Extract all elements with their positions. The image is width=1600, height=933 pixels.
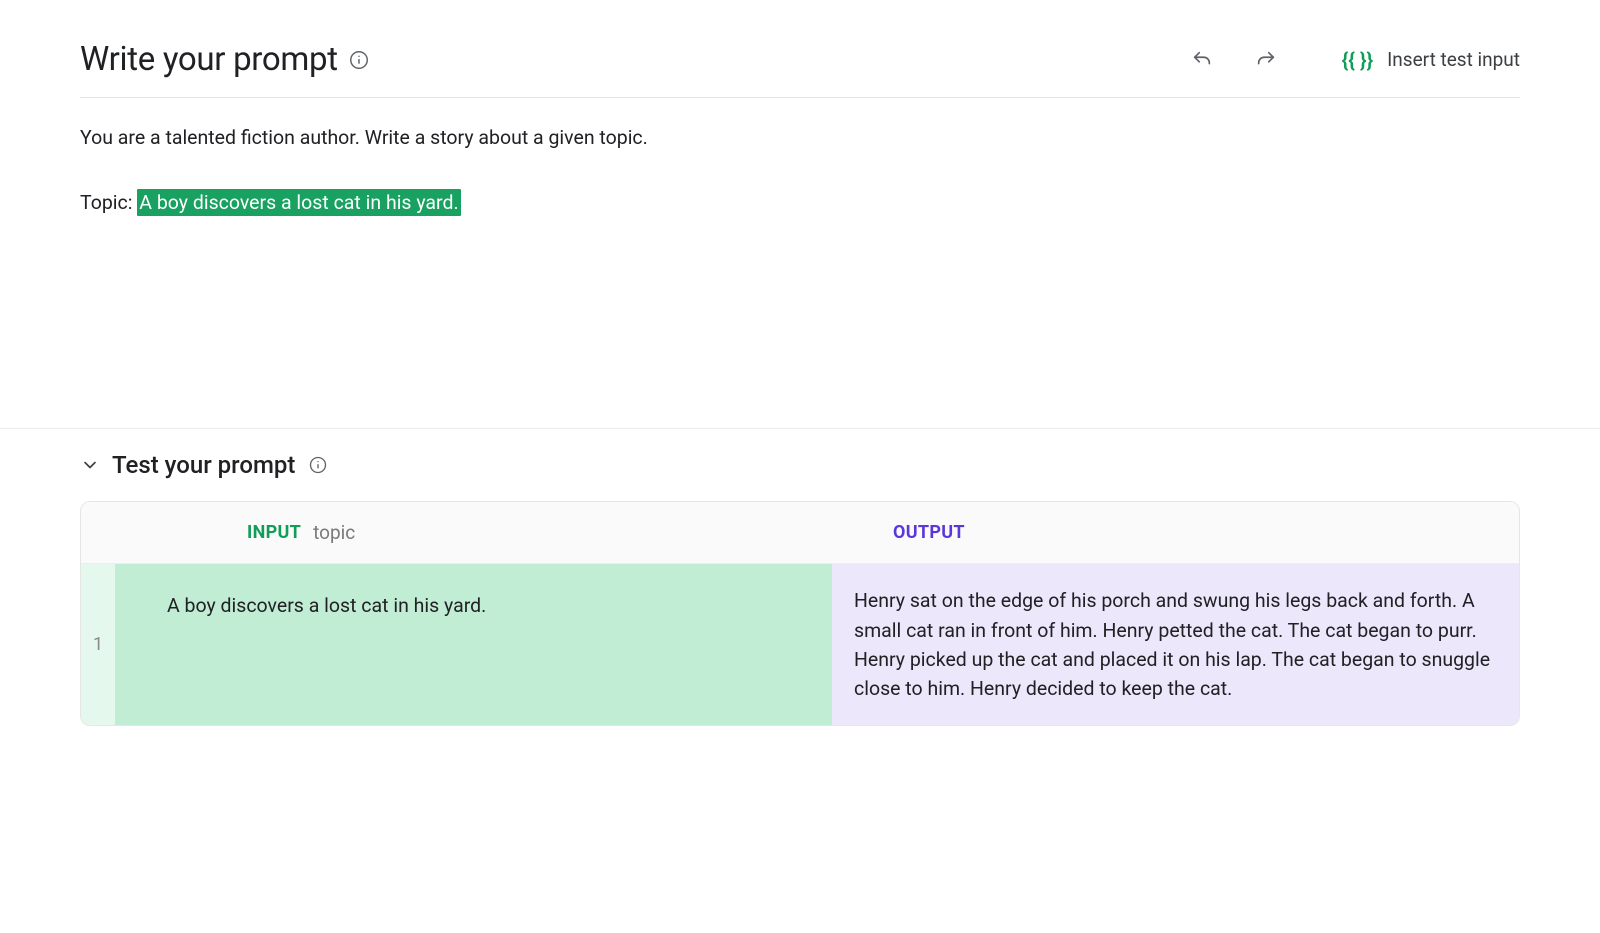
prompt-line-2: Topic: A boy discovers a lost cat in his…	[80, 187, 1520, 218]
prompt-line-1: You are a talented fiction author. Write…	[80, 122, 1520, 153]
page-title: Write your prompt	[80, 40, 338, 79]
output-column-label: OUTPUT	[893, 522, 965, 543]
undo-button[interactable]	[1184, 42, 1220, 78]
insert-test-input-button[interactable]: {{ }} Insert test input	[1342, 48, 1520, 72]
braces-icon: {{ }}	[1342, 48, 1373, 72]
prompt-variable-highlight: A boy discovers a lost cat in his yard.	[137, 189, 460, 216]
row-number: 1	[81, 564, 115, 725]
insert-label: Insert test input	[1387, 48, 1520, 71]
input-column-sub: topic	[313, 521, 355, 544]
test-section-header[interactable]: Test your prompt	[80, 451, 1520, 479]
prompt-editor[interactable]: You are a talented fiction author. Write…	[80, 98, 1520, 218]
input-column-label: INPUT	[247, 522, 301, 543]
table-row: 1 A boy discovers a lost cat in his yard…	[81, 564, 1519, 725]
test-table: INPUT topic OUTPUT 1 A boy discovers a l…	[80, 501, 1520, 726]
chevron-down-icon	[80, 455, 100, 475]
header-row: Write your prompt	[80, 40, 1520, 98]
prompt-topic-prefix: Topic:	[80, 191, 137, 214]
info-icon[interactable]	[307, 454, 329, 476]
redo-button[interactable]	[1248, 42, 1284, 78]
test-section-title: Test your prompt	[112, 451, 295, 479]
output-cell: Henry sat on the edge of his porch and s…	[832, 564, 1519, 725]
table-header-row: INPUT topic OUTPUT	[81, 502, 1519, 564]
info-icon[interactable]	[348, 49, 370, 71]
input-cell[interactable]: A boy discovers a lost cat in his yard.	[141, 564, 832, 725]
